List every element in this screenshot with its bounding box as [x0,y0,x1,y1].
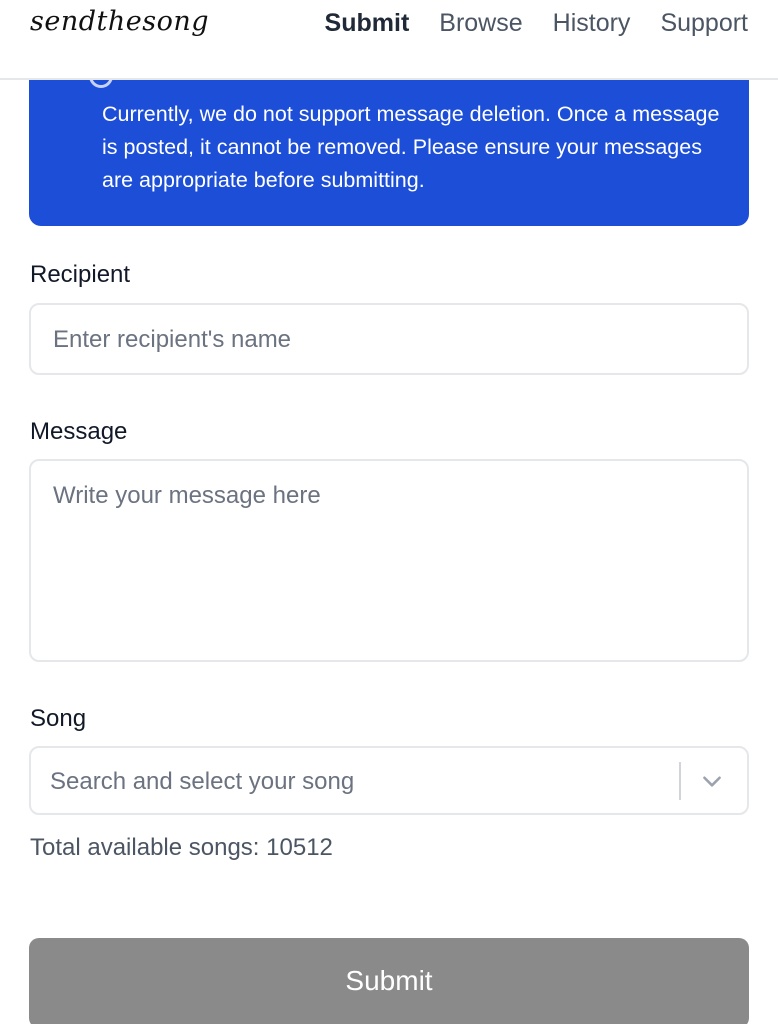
main-nav: Submit Browse History Support [325,8,748,38]
song-placeholder: Search and select your song [50,768,355,795]
message-label: Message [30,418,128,445]
recipient-input[interactable]: Enter recipient's name [29,303,749,375]
deletion-warning-banner: Currently, we do not support message del… [29,60,749,226]
nav-history[interactable]: History [553,8,631,38]
submit-button[interactable]: Submit [29,938,749,1024]
top-nav-bar: sendthesong Submit Browse History Suppor… [0,0,778,80]
song-select[interactable]: Search and select your song [29,746,749,815]
nav-support[interactable]: Support [660,8,748,38]
site-logo[interactable]: sendthesong [30,6,209,37]
message-textarea[interactable]: Write your message here [29,459,749,662]
nav-browse[interactable]: Browse [439,8,522,38]
recipient-label: Recipient [30,261,131,288]
banner-message: Currently, we do not support message del… [102,102,720,192]
nav-submit[interactable]: Submit [325,8,410,38]
song-label: Song [30,705,87,732]
select-divider [679,762,681,800]
message-placeholder: Write your message here [53,482,321,509]
chevron-down-icon[interactable] [699,768,725,794]
recipient-placeholder: Enter recipient's name [53,326,292,353]
songs-count: Total available songs: 10512 [30,834,333,861]
page: sendthesong Submit Browse History Suppor… [0,0,778,1024]
